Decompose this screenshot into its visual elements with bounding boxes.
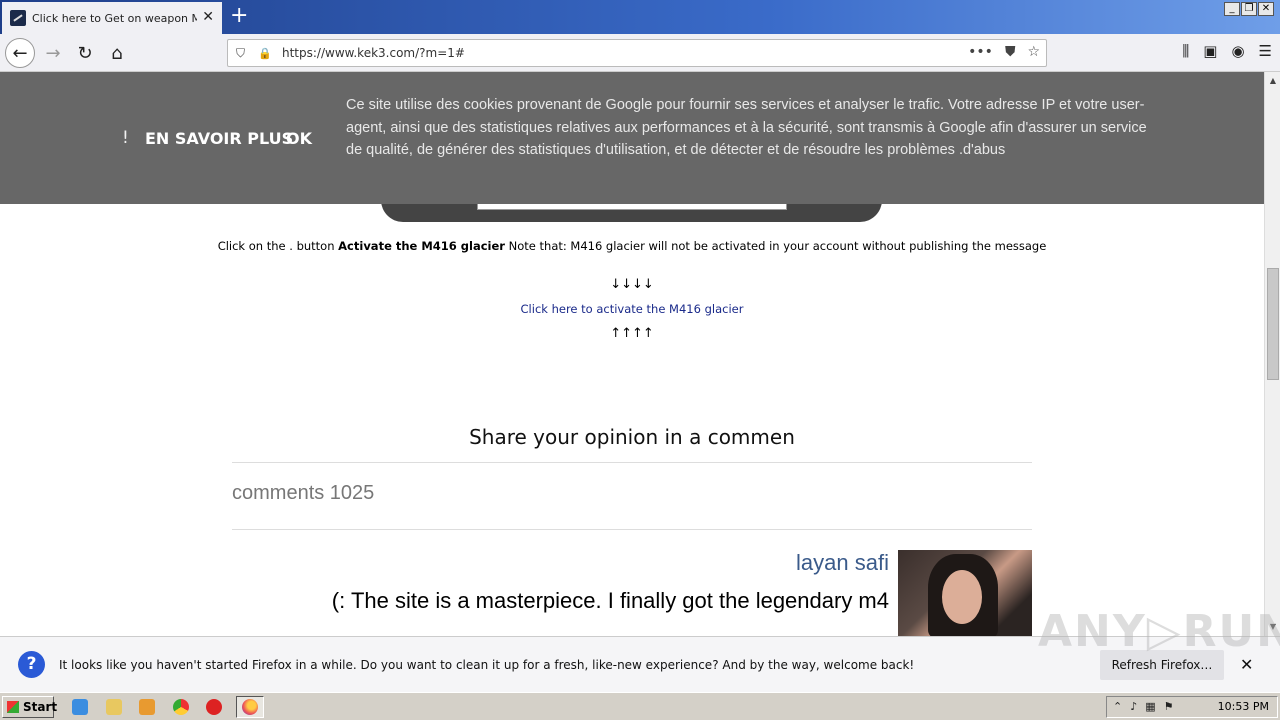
- instruction-text: Click on the . button Activate the M416 …: [0, 239, 1264, 253]
- close-window-icon[interactable]: ✕: [1258, 2, 1274, 16]
- cookie-text: Ce site utilise des cookies provenant de…: [346, 97, 1147, 158]
- comment-text: (: The site is a masterpiece. I finally …: [331, 588, 889, 613]
- ie-icon[interactable]: [72, 699, 88, 715]
- browser-tab-bar: Click here to Get on weapon M416 ✕ + _ ❐…: [0, 0, 1280, 34]
- start-button[interactable]: Start: [2, 696, 57, 718]
- restore-icon[interactable]: ❐: [1241, 2, 1257, 16]
- question-icon: ?: [18, 651, 45, 678]
- page-scrollbar[interactable]: ▲ ▼: [1264, 72, 1280, 636]
- avatar-face: [942, 570, 982, 624]
- arrows-up: ↑↑↑↑: [610, 326, 654, 341]
- comments-count: comments 1025: [232, 482, 375, 504]
- instruction-pre: Click on the . button: [217, 239, 339, 253]
- watermark-logo: ANY▷RUN: [1038, 606, 1280, 657]
- cookie-banner: ! EN SAVOIR PLUS OK Ce site utilise des …: [0, 72, 1264, 204]
- comment-item: layan safi (: The site is a masterpiece.…: [232, 550, 1032, 636]
- avatar: [898, 550, 1032, 636]
- cookie-exclamation: !: [122, 128, 129, 148]
- tracking-shield-icon[interactable]: ⛉: [236, 46, 250, 61]
- sidebar-icon[interactable]: ▣: [1203, 42, 1217, 60]
- account-icon[interactable]: ◉: [1231, 42, 1244, 60]
- instruction-bold: Activate the M416 glacier: [338, 239, 505, 253]
- page-content: ! EN SAVOIR PLUS OK Ce site utilise des …: [0, 72, 1264, 636]
- back-button[interactable]: ←: [5, 38, 35, 68]
- lock-icon[interactable]: 🔒: [258, 47, 272, 60]
- bookmark-star-icon[interactable]: ☆: [1027, 44, 1040, 60]
- learn-more-link[interactable]: EN SAVOIR PLUS: [145, 129, 293, 148]
- media-player-icon[interactable]: [139, 699, 155, 715]
- network-icon[interactable]: ▦: [1145, 700, 1155, 713]
- pocket-icon[interactable]: ⛊: [1005, 44, 1016, 60]
- url-bar[interactable]: ⛉ 🔒 https://www.kek3.com/?m=1# ••• ⛊ ☆: [227, 39, 1047, 67]
- firefox-task-button[interactable]: [236, 696, 264, 718]
- menu-icon[interactable]: ☰: [1259, 42, 1272, 60]
- site-favicon-icon: [10, 10, 26, 26]
- taskbar: Start ⌃ ♪ ▦ ⚑ 10:53 PM: [0, 692, 1280, 720]
- instruction-post: Note that: M416 glacier will not be acti…: [504, 239, 1047, 253]
- share-title: Share your opinion in a commen: [469, 425, 795, 449]
- tray-expand-icon[interactable]: ⌃: [1113, 700, 1122, 713]
- system-tray: ⌃ ♪ ▦ ⚑ 10:53 PM: [1106, 696, 1278, 718]
- scroll-up-icon[interactable]: ▲: [1265, 74, 1280, 88]
- tab-close-icon[interactable]: ✕: [202, 9, 214, 25]
- flag-icon[interactable]: ⚑: [1164, 700, 1174, 713]
- navigation-bar: ← → ↻ ⌂ ⛉ 🔒 https://www.kek3.com/?m=1# •…: [0, 34, 1280, 72]
- firefox-icon: [242, 699, 258, 715]
- forward-button[interactable]: →: [38, 38, 68, 68]
- page-actions-icon[interactable]: •••: [968, 44, 993, 60]
- notification-close-icon[interactable]: ✕: [1240, 655, 1253, 674]
- activate-link[interactable]: Click here to activate the M416 glacier: [0, 302, 1264, 316]
- clock: 10:53 PM: [1217, 700, 1269, 713]
- url-text[interactable]: https://www.kek3.com/?m=1#: [282, 46, 465, 60]
- home-button[interactable]: ⌂: [102, 38, 132, 68]
- explorer-icon[interactable]: [106, 699, 122, 715]
- window-controls: _ ❐ ✕: [1224, 2, 1274, 16]
- arrows-down: ↓↓↓↓: [610, 277, 654, 292]
- tab-title: Click here to Get on weapon M416: [32, 11, 197, 25]
- comment-author: layan safi: [796, 550, 889, 575]
- chrome-icon[interactable]: [173, 699, 189, 715]
- scrollbar-thumb[interactable]: [1267, 268, 1279, 380]
- new-tab-button[interactable]: +: [230, 4, 248, 28]
- opera-icon[interactable]: [206, 699, 222, 715]
- cookie-ok-button[interactable]: OK: [286, 129, 312, 148]
- divider: [232, 529, 1032, 530]
- volume-icon[interactable]: ♪: [1130, 700, 1137, 713]
- divider: [232, 462, 1032, 463]
- toolbar-right: ⫼ ▣ ◉ ☰: [1182, 42, 1272, 60]
- tab-active[interactable]: Click here to Get on weapon M416 ✕: [2, 2, 222, 34]
- reload-button[interactable]: ↻: [70, 38, 100, 68]
- notification-text: It looks like you haven't started Firefo…: [59, 658, 915, 672]
- minimize-icon[interactable]: _: [1224, 2, 1240, 16]
- library-icon[interactable]: ⫼: [1182, 42, 1189, 60]
